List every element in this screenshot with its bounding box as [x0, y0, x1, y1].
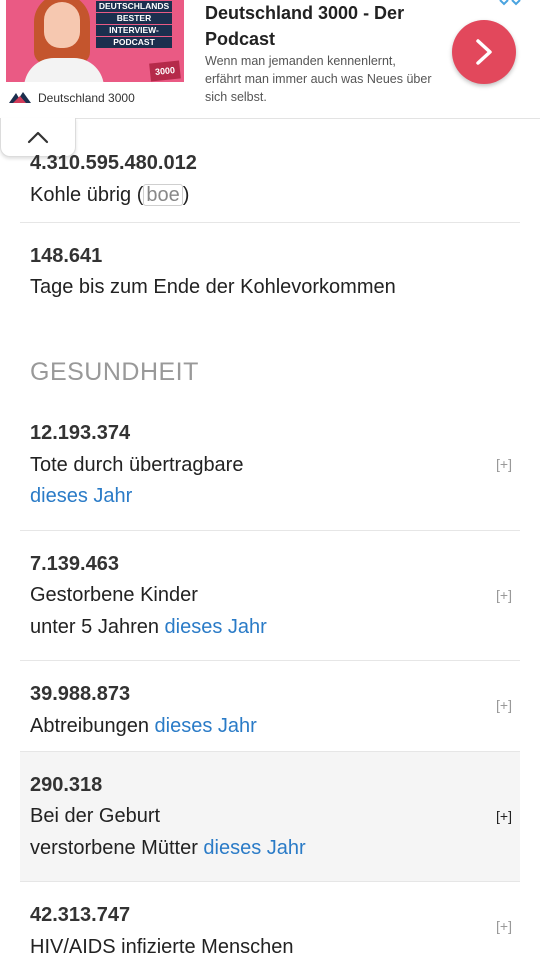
health-label-text: unter 5 Jahren	[30, 616, 165, 638]
health-row-abortions: 39.988.873 Abtreibungen dieses Jahr [+]	[20, 661, 520, 752]
this-year-link[interactable]: dieses Jahr	[203, 837, 305, 859]
ad-brand-label: Deutschland 3000	[38, 91, 135, 105]
ad-image[interactable]: DEUTSCHLANDS BESTER INTERVIEW- PODCAST 3…	[6, 0, 184, 82]
expand-button[interactable]: [+]	[496, 456, 512, 472]
health-row-maternal-deaths: 290.318 Bei der Geburt verstorbene Mütte…	[20, 752, 520, 882]
health-label-line2: dieses Jahr	[30, 485, 132, 508]
health-value: 290.318	[30, 774, 103, 796]
health-label-line2: unter 5 Jahren dieses Jahr	[30, 616, 267, 639]
ad-cover-text: DEUTSCHLANDS BESTER INTERVIEW- PODCAST	[90, 0, 178, 49]
this-year-link[interactable]: dieses Jahr	[165, 616, 267, 638]
ad-cover-line: INTERVIEW-	[96, 25, 172, 36]
health-value: 39.988.873	[30, 683, 131, 705]
coal-remaining-row: 4.310.595.480.012 Kohle übrig (boe)	[20, 118, 520, 223]
ad-cta-button[interactable]	[452, 20, 516, 84]
coal-days-row: 148.641 Tage bis zum Ende der Kohlevorko…	[20, 223, 520, 323]
coal-remaining-value: 4.310.595.480.012	[30, 152, 197, 174]
section-title-health: GESUNDHEIT	[30, 358, 199, 386]
health-value: 7.139.463	[30, 553, 119, 575]
chevron-right-icon	[476, 39, 492, 65]
health-label-line2: verstorbene Mütter dieses Jahr	[30, 837, 306, 860]
ad-brand[interactable]: Deutschland 3000	[8, 90, 135, 106]
this-year-link[interactable]: dieses Jahr	[30, 485, 132, 507]
ad-choices-icon[interactable]	[498, 0, 538, 6]
person-illustration	[14, 0, 104, 82]
health-label: Gestorbene Kinder	[30, 584, 198, 606]
ad-cover-line: BESTER	[96, 13, 172, 24]
ad-banner[interactable]: DEUTSCHLANDS BESTER INTERVIEW- PODCAST 3…	[0, 0, 540, 119]
health-label-text: verstorbene Mütter	[30, 837, 204, 859]
ad-title[interactable]: Deutschland 3000 - Der Podcast	[205, 0, 435, 52]
health-row-child-deaths: 7.139.463 Gestorbene Kinder unter 5 Jahr…	[20, 531, 520, 661]
this-year-link[interactable]: dieses Jahr	[155, 715, 257, 737]
coal-days-value: 148.641	[30, 245, 103, 267]
ad-cover-line: DEUTSCHLANDS	[96, 1, 172, 12]
coal-remaining-label: Kohle übrig (boe)	[30, 184, 189, 207]
health-row-hiv: 42.313.747 HIV/AIDS infizierte Menschen …	[20, 882, 520, 960]
health-row-communicable-deaths: 12.193.374 Tote durch übertragbare diese…	[20, 400, 520, 531]
expand-button[interactable]: [+]	[496, 587, 512, 603]
expand-button[interactable]: [+]	[496, 918, 512, 934]
health-label: Abtreibungen dieses Jahr	[30, 715, 257, 738]
ad-description: Wenn man jemanden kennenlernt, erfährt m…	[205, 54, 432, 104]
coal-label-text: Kohle übrig (	[30, 184, 144, 206]
expand-button[interactable]: [+]	[496, 697, 512, 713]
expand-button[interactable]: [+]	[496, 808, 512, 824]
coal-days-label: Tage bis zum Ende der Kohlevorkommen	[30, 276, 396, 298]
ad-cover-line: PODCAST	[96, 37, 172, 48]
health-label: Tote durch übertragbare	[30, 454, 244, 476]
health-label: HIV/AIDS infizierte Menschen	[30, 936, 294, 958]
coal-label-end: )	[182, 184, 190, 206]
health-value: 42.313.747	[30, 904, 131, 926]
brand-logo-icon	[9, 92, 31, 103]
unit-boe[interactable]: boe	[143, 184, 183, 206]
ad-cover-badge: 3000	[149, 60, 181, 82]
health-value: 12.193.374	[30, 422, 131, 444]
health-label-text: Abtreibungen	[30, 715, 155, 737]
health-label: Bei der Geburt	[30, 805, 161, 827]
